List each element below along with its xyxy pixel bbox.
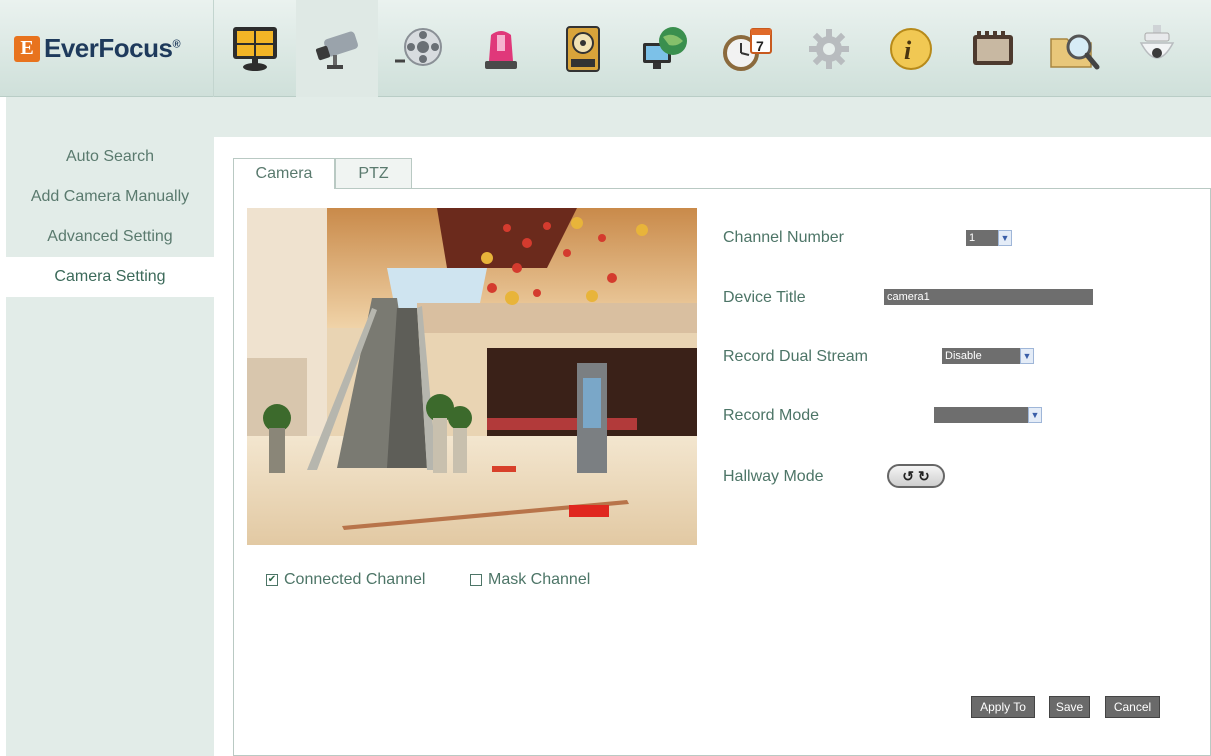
- ptz-dome-button[interactable]: [1116, 0, 1198, 97]
- alarm-button[interactable]: [460, 0, 542, 97]
- checkbox-unchecked-icon: [470, 574, 482, 586]
- connected-channel-label: Connected Channel: [284, 571, 426, 588]
- sub-header-bar: [214, 97, 1211, 137]
- record-icon: [973, 30, 1013, 65]
- top-header: E EverFocus® 7 i: [0, 0, 1211, 97]
- camera-preview-scene: [247, 208, 697, 545]
- apply-to-button[interactable]: Apply To: [971, 696, 1035, 718]
- record-dual-stream-label: Record Dual Stream: [723, 348, 868, 365]
- hallway-mode-toggle[interactable]: ↺ ↻: [887, 464, 945, 488]
- sidebar-item-add-camera-manually[interactable]: Add Camera Manually: [6, 177, 214, 217]
- live-view-button[interactable]: [214, 0, 296, 97]
- hallway-mode-label: Hallway Mode: [723, 468, 824, 485]
- settings-button[interactable]: [788, 0, 870, 97]
- mask-channel-checkbox[interactable]: Mask Channel: [470, 571, 590, 589]
- brand-name: EverFocus: [44, 33, 173, 63]
- channel-number-value: 1: [969, 232, 976, 244]
- tab-ptz[interactable]: PTZ: [335, 158, 412, 188]
- network-icon: [643, 26, 687, 69]
- schedule-icon: 7: [723, 27, 772, 71]
- channel-number-label: Channel Number: [723, 229, 844, 246]
- info-icon: i: [890, 27, 932, 70]
- chevron-down-icon: ▼: [1028, 407, 1042, 423]
- cancel-button[interactable]: Cancel: [1105, 696, 1160, 718]
- ptz-dome-icon: [1139, 24, 1175, 59]
- sidebar-item-auto-search[interactable]: Auto Search: [6, 137, 214, 177]
- info-button[interactable]: i: [870, 0, 952, 97]
- rotate-left-icon: ↺: [902, 467, 914, 484]
- chevron-down-icon: ▼: [1020, 348, 1034, 364]
- mask-channel-label: Mask Channel: [488, 571, 591, 588]
- camera-button[interactable]: [296, 0, 378, 97]
- everfocus-logo: E EverFocus®: [0, 0, 214, 97]
- tab-camera[interactable]: Camera: [233, 158, 335, 189]
- logo-mark: E: [14, 35, 40, 62]
- connected-channel-checkbox[interactable]: ✔ Connected Channel: [266, 571, 425, 589]
- record-mode-label: Record Mode: [723, 407, 820, 424]
- sidebar: Auto Search Add Camera Manually Advanced…: [6, 97, 214, 756]
- network-button[interactable]: [624, 0, 706, 97]
- chevron-down-icon: ▼: [998, 230, 1012, 246]
- camera-icon: [315, 31, 358, 69]
- checkbox-checked-icon: ✔: [266, 574, 278, 586]
- brand-reg: ®: [172, 38, 181, 51]
- main-toolbar: 7 i: [214, 0, 1198, 97]
- settings-icon: [809, 28, 849, 69]
- device-title-label: Device Title: [723, 289, 806, 306]
- channel-number-select[interactable]: 1 ▼: [966, 230, 1012, 246]
- sidebar-item-camera-setting[interactable]: Camera Setting: [6, 257, 214, 297]
- rotate-right-icon: ↻: [918, 467, 930, 484]
- storage-icon: [566, 25, 600, 72]
- sidebar-item-advanced-setting[interactable]: Advanced Setting: [6, 217, 214, 257]
- schedule-button[interactable]: 7: [706, 0, 788, 97]
- record-dual-stream-value: Disable: [945, 350, 982, 362]
- alarm-icon: [485, 30, 517, 69]
- logo-text: EverFocus®: [44, 33, 181, 64]
- device-title-input[interactable]: camera1: [884, 289, 1093, 305]
- record-dual-stream-select[interactable]: Disable ▼: [942, 348, 1034, 364]
- live-view-icon: [233, 26, 277, 71]
- camera-preview-image: [247, 208, 697, 545]
- svg-text:i: i: [904, 36, 912, 65]
- playback-icon: [395, 27, 442, 66]
- search-icon: [1050, 34, 1100, 69]
- storage-button[interactable]: [542, 0, 624, 97]
- playback-button[interactable]: [378, 0, 460, 97]
- save-button[interactable]: Save: [1049, 696, 1090, 718]
- svg-text:7: 7: [756, 38, 764, 54]
- search-button[interactable]: [1034, 0, 1116, 97]
- record-mode-select[interactable]: ▼: [934, 407, 1042, 423]
- record-button[interactable]: [952, 0, 1034, 97]
